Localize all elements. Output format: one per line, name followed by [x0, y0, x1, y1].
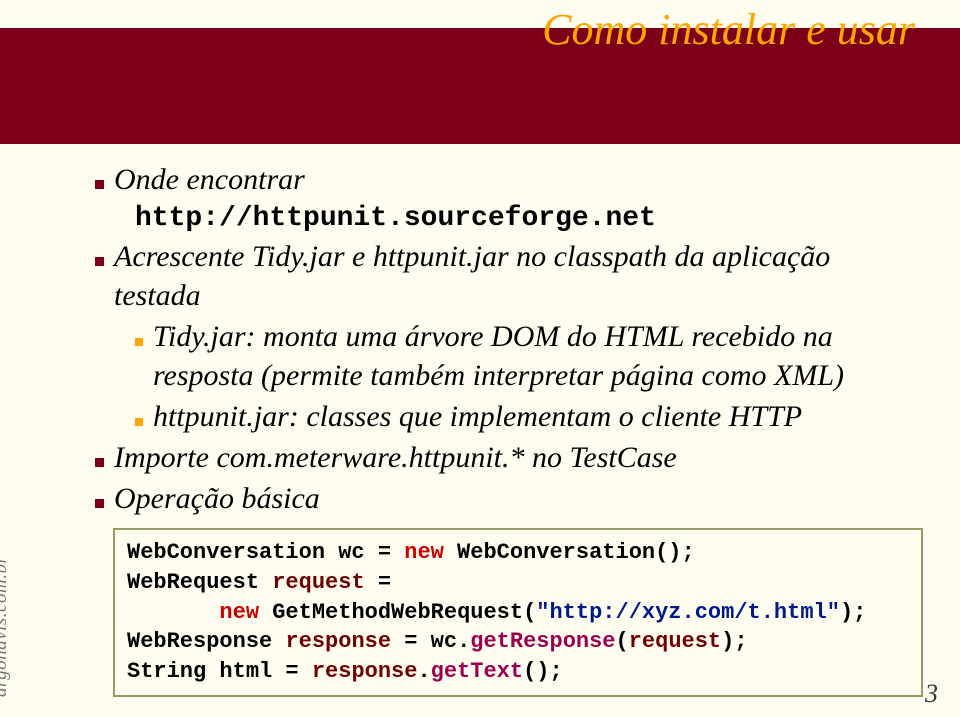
sub-bullet-text: Tidy.jar: monta uma árvore DOM do HTML r…	[153, 317, 920, 395]
code-text: WebConversation wc = new WebConversation…	[127, 540, 866, 684]
bullet-text: Acrescente Tidy.jar e httpunit.jar no cl…	[114, 237, 920, 315]
sidebar-brand: argonavis.com.br	[0, 556, 12, 697]
bullet-2: Acrescente Tidy.jar e httpunit.jar no cl…	[95, 237, 920, 315]
bullet-1: Onde encontrar	[95, 160, 920, 199]
url-line: http://httpunit.sourceforge.net	[135, 201, 920, 237]
slide-content: Onde encontrar http://httpunit.sourcefor…	[95, 160, 920, 697]
bullet-3: Importe com.meterware.httpunit.* no Test…	[95, 438, 920, 477]
sub-bullet-1: Tidy.jar: monta uma árvore DOM do HTML r…	[135, 317, 920, 395]
bullet-icon	[95, 180, 104, 189]
code-block: WebConversation wc = new WebConversation…	[113, 528, 923, 696]
bullet-text: Onde encontrar	[114, 160, 305, 199]
sub-bullet-2: httpunit.jar: classes que implementam o …	[135, 397, 920, 436]
bullet-icon	[95, 499, 104, 508]
page-number: 3	[925, 679, 938, 709]
bullet-icon	[95, 458, 104, 467]
bullet-4: Operação básica	[95, 479, 920, 518]
sub-bullet-icon	[135, 338, 143, 346]
bullet-icon	[95, 257, 104, 266]
bullet-text: Operação básica	[114, 479, 320, 518]
bullet-text: Importe com.meterware.httpunit.* no Test…	[114, 438, 677, 477]
slide-title: Como instalar e usar	[542, 4, 915, 55]
sub-bullet-text: httpunit.jar: classes que implementam o …	[153, 397, 802, 436]
sub-bullet-icon	[135, 418, 143, 426]
